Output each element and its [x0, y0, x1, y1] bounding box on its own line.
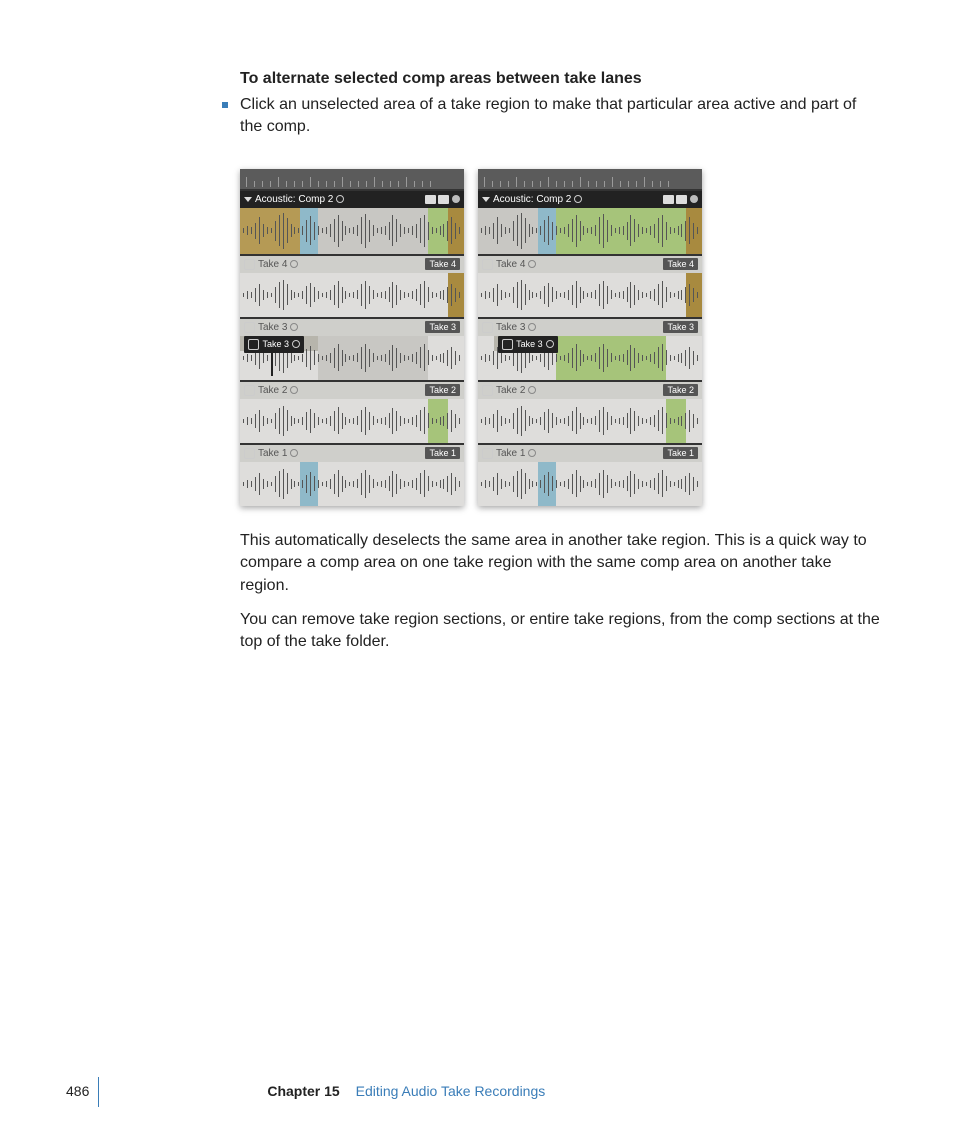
- take-lane-label-left: Take 2: [496, 385, 525, 396]
- bullet-text: Click an unselected area of a take regio…: [240, 94, 880, 139]
- take-lane-header-1[interactable]: Take 1 Take 1: [240, 445, 464, 462]
- take-lane-header-2[interactable]: Take 2 Take 2: [240, 382, 464, 399]
- timeline-ruler: [478, 169, 702, 189]
- waveform: [240, 399, 464, 443]
- disclosure-triangle-icon[interactable]: [482, 197, 490, 202]
- take-lane-label-left: Take 2: [258, 385, 287, 396]
- record-indicator-icon: [290, 449, 298, 457]
- take-lane-header-3[interactable]: Take 3 Take 3: [240, 319, 464, 336]
- comp-lane-label: Acoustic: Comp 2: [493, 194, 571, 205]
- take-lane-label-left: Take 4: [496, 259, 525, 270]
- comp-lane-header[interactable]: Acoustic: Comp 2: [240, 191, 464, 208]
- take-selection-label[interactable]: Take 3: [244, 336, 304, 353]
- waveform: [240, 208, 464, 254]
- take-lane-label-left: Take 1: [496, 448, 525, 459]
- take-lane-label-right: Take 3: [663, 321, 698, 333]
- bullet-icon: [222, 102, 228, 108]
- take-lane-header-1[interactable]: Take 1 Take 1: [478, 445, 702, 462]
- take-lane-label-left: Take 1: [258, 448, 287, 459]
- take-wave-area-4[interactable]: [240, 273, 464, 317]
- take-lane-label-left: Take 4: [258, 259, 287, 270]
- disclosure-triangle-icon[interactable]: [244, 197, 252, 202]
- take-lane-header-4[interactable]: Take 4 Take 4: [240, 256, 464, 273]
- figure-pair: Acoustic: Comp 2Take 4Take 4Take 3Take 3…: [240, 169, 880, 506]
- take-lane-header-2[interactable]: Take 2 Take 2: [478, 382, 702, 399]
- take-lane-label-right: Take 2: [425, 384, 460, 396]
- take-selection-text: Take 3: [262, 339, 289, 349]
- bullet-item: Click an unselected area of a take regio…: [222, 94, 880, 151]
- paragraph-2: This automatically deselects the same ar…: [240, 530, 880, 597]
- task-heading: To alternate selected comp areas between…: [240, 70, 880, 88]
- loop-icon: [502, 339, 513, 350]
- page-number: 486: [66, 1083, 89, 1099]
- loop-icon: [482, 385, 493, 396]
- gear-icon[interactable]: [690, 195, 698, 203]
- content-column: To alternate selected comp areas between…: [240, 70, 880, 666]
- take-panel-left: Acoustic: Comp 2Take 4Take 4Take 3Take 3…: [240, 169, 464, 506]
- timeline-ruler: [240, 169, 464, 189]
- take-panel-right: Acoustic: Comp 2Take 4Take 4Take 3Take 3…: [478, 169, 702, 506]
- loop-icon: [248, 339, 259, 350]
- waveform: [478, 399, 702, 443]
- record-indicator-icon: [336, 195, 344, 203]
- record-indicator-icon: [528, 260, 536, 268]
- take-wave-area-3[interactable]: Take 3: [478, 336, 702, 380]
- loop-icon: [244, 322, 255, 333]
- record-indicator-icon: [290, 323, 298, 331]
- take-lane-label-left: Take 3: [258, 322, 287, 333]
- take-wave-area-2[interactable]: [478, 399, 702, 443]
- footer-divider: [98, 1077, 99, 1107]
- take-wave-area-2[interactable]: [240, 399, 464, 443]
- take-lane-header-3[interactable]: Take 3 Take 3: [478, 319, 702, 336]
- take-wave-area-1[interactable]: [240, 462, 464, 506]
- take-lane-label-right: Take 3: [425, 321, 460, 333]
- take-lane-header-4[interactable]: Take 4 Take 4: [478, 256, 702, 273]
- record-indicator-icon: [292, 340, 300, 348]
- record-indicator-icon: [290, 386, 298, 394]
- waveform: [478, 208, 702, 254]
- take-selection-label[interactable]: Take 3: [498, 336, 558, 353]
- loop-icon: [482, 322, 493, 333]
- loop-icon: [244, 448, 255, 459]
- take-lane-label-right: Take 1: [663, 447, 698, 459]
- loop-icon: [482, 259, 493, 270]
- chapter-title: Editing Audio Take Recordings: [356, 1083, 546, 1099]
- take-lane-label-right: Take 4: [425, 258, 460, 270]
- take-lane-label-right: Take 2: [663, 384, 698, 396]
- take-lane-label-left: Take 3: [496, 322, 525, 333]
- record-indicator-icon: [528, 449, 536, 457]
- record-indicator-icon: [528, 323, 536, 331]
- comp-tool-buttons[interactable]: [425, 195, 449, 204]
- chapter-label: Chapter 15: [267, 1083, 339, 1099]
- waveform: [240, 462, 464, 506]
- comp-wave-area[interactable]: [240, 208, 464, 254]
- take-lane-label-right: Take 1: [425, 447, 460, 459]
- comp-tool-buttons[interactable]: [663, 195, 687, 204]
- record-indicator-icon: [574, 195, 582, 203]
- record-indicator-icon: [290, 260, 298, 268]
- gear-icon[interactable]: [452, 195, 460, 203]
- record-indicator-icon: [546, 340, 554, 348]
- take-lane-label-right: Take 4: [663, 258, 698, 270]
- record-indicator-icon: [528, 386, 536, 394]
- comp-wave-area[interactable]: [478, 208, 702, 254]
- take-wave-area-1[interactable]: [478, 462, 702, 506]
- loop-icon: [244, 385, 255, 396]
- take-selection-text: Take 3: [516, 339, 543, 349]
- paragraph-3: You can remove take region sections, or …: [240, 609, 880, 654]
- take-wave-area-3[interactable]: Take 3: [240, 336, 464, 380]
- comp-lane-header[interactable]: Acoustic: Comp 2: [478, 191, 702, 208]
- loop-icon: [244, 259, 255, 270]
- waveform: [478, 273, 702, 317]
- comp-lane-label: Acoustic: Comp 2: [255, 194, 333, 205]
- waveform: [478, 462, 702, 506]
- waveform: [240, 273, 464, 317]
- page-footer: 486 Chapter 15 Editing Audio Take Record…: [66, 1083, 545, 1099]
- loop-icon: [482, 448, 493, 459]
- take-wave-area-4[interactable]: [478, 273, 702, 317]
